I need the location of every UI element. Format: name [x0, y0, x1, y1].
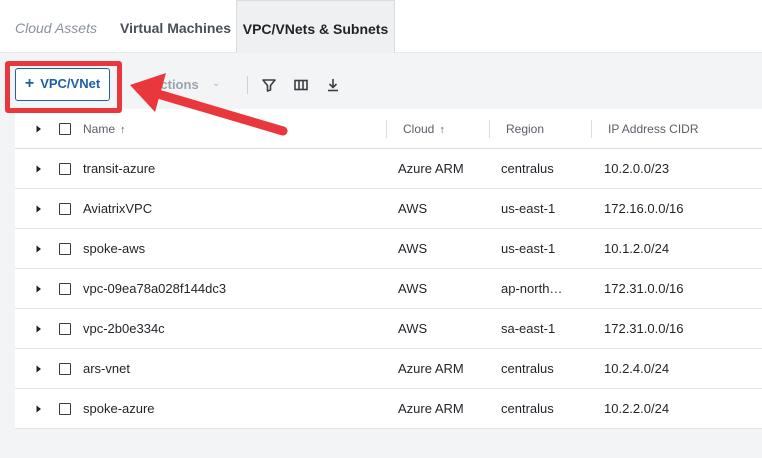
table-row[interactable]: vpc-09ea78a028f144dc3 AWS ap-north… 172.… — [15, 269, 762, 309]
cell-cidr: 10.2.4.0/24 — [604, 361, 670, 376]
expand-caret-icon[interactable] — [35, 204, 43, 214]
cell-region: us-east-1 — [501, 241, 556, 256]
tab-bar: Cloud Assets Virtual Machines VPC/VNets … — [0, 0, 762, 53]
column-header-name-label: Name — [83, 122, 116, 136]
cell-name[interactable]: vpc-2b0e334c — [83, 321, 165, 336]
table-row[interactable]: transit-azure Azure ARM centralus 10.2.0… — [15, 149, 762, 189]
cell-cidr: 172.31.0.0/16 — [604, 281, 684, 296]
cell-cloud: AWS — [398, 241, 428, 256]
cell-cidr: 172.31.0.0/16 — [604, 321, 684, 336]
cell-region: centralus — [501, 161, 554, 176]
tab-cloud-assets[interactable]: Cloud Assets — [15, 0, 97, 53]
cell-name[interactable]: transit-azure — [83, 161, 155, 176]
column-header-cloud[interactable]: Cloud ↑ — [403, 122, 445, 136]
cell-region: us-east-1 — [501, 201, 556, 216]
cell-region: centralus — [501, 401, 554, 416]
cell-cloud: AWS — [398, 281, 428, 296]
cell-cloud: AWS — [398, 321, 428, 336]
select-all-checkbox[interactable] — [59, 123, 71, 135]
expand-caret-icon[interactable] — [35, 404, 43, 414]
table-row[interactable]: ars-vnet Azure ARM centralus 10.2.4.0/24 — [15, 349, 762, 389]
tab-vpc-vnets-subnets[interactable]: VPC/VNets & Subnets — [236, 0, 395, 53]
cell-region: ap-north… — [501, 281, 563, 296]
column-header-cloud-label: Cloud — [403, 122, 435, 136]
cell-cidr: 10.2.0.0/23 — [604, 161, 670, 176]
expand-caret-icon[interactable] — [35, 324, 43, 334]
row-checkbox[interactable] — [59, 243, 71, 255]
cell-name[interactable]: spoke-aws — [83, 241, 145, 256]
expand-caret-icon[interactable] — [35, 284, 43, 294]
expand-caret-icon[interactable] — [35, 244, 43, 254]
expand-caret-icon[interactable] — [35, 164, 43, 174]
table-row[interactable]: AviatrixVPC AWS us-east-1 172.16.0.0/16 — [15, 189, 762, 229]
cell-name[interactable]: ars-vnet — [83, 361, 130, 376]
row-checkbox[interactable] — [59, 323, 71, 335]
column-header-ip-cidr[interactable]: IP Address CIDR — [608, 122, 698, 136]
cell-region: centralus — [501, 361, 554, 376]
toolbar-divider — [247, 76, 248, 94]
column-header-name[interactable]: Name ↑ — [83, 122, 126, 136]
column-divider[interactable] — [386, 120, 387, 138]
expand-caret-icon[interactable] — [35, 364, 43, 374]
columns-icon[interactable] — [292, 76, 310, 94]
row-checkbox[interactable] — [59, 203, 71, 215]
cell-cloud: Azure ARM — [398, 361, 464, 376]
actions-dropdown[interactable]: Actions — [151, 77, 199, 92]
table-row[interactable]: spoke-azure Azure ARM centralus 10.2.2.0… — [15, 389, 762, 429]
cell-cidr: 10.2.2.0/24 — [604, 401, 670, 416]
cell-name[interactable]: spoke-azure — [83, 401, 155, 416]
tab-virtual-machines[interactable]: Virtual Machines — [120, 0, 231, 53]
filter-icon[interactable] — [260, 76, 278, 94]
row-checkbox[interactable] — [59, 363, 71, 375]
chevron-down-icon: ⌄ — [212, 78, 221, 89]
cell-name[interactable]: AviatrixVPC — [83, 201, 152, 216]
table-row[interactable]: vpc-2b0e334c AWS sa-east-1 172.31.0.0/16 — [15, 309, 762, 349]
cell-cidr: 10.1.2.0/24 — [604, 241, 670, 256]
cell-cloud: AWS — [398, 201, 428, 216]
sort-up-arrow-icon: ↑ — [439, 124, 445, 136]
column-divider[interactable] — [591, 120, 592, 138]
row-checkbox[interactable] — [59, 283, 71, 295]
table-row[interactable]: spoke-aws AWS us-east-1 10.1.2.0/24 — [15, 229, 762, 269]
cell-cloud: Azure ARM — [398, 401, 464, 416]
row-checkbox[interactable] — [59, 403, 71, 415]
column-header-region[interactable]: Region — [506, 122, 544, 136]
cell-cidr: 172.16.0.0/16 — [604, 201, 684, 216]
sort-up-arrow-icon: ↑ — [120, 124, 126, 136]
cell-name[interactable]: vpc-09ea78a028f144dc3 — [83, 281, 226, 296]
expand-all-caret-icon[interactable] — [35, 124, 43, 134]
download-icon[interactable] — [324, 76, 342, 94]
cell-cloud: Azure ARM — [398, 161, 464, 176]
row-checkbox[interactable] — [59, 163, 71, 175]
vpc-table: Name ↑ Cloud ↑ Region IP Address CIDR tran… — [15, 109, 762, 429]
column-divider[interactable] — [489, 120, 490, 138]
table-header: Name ↑ Cloud ↑ Region IP Address CIDR — [15, 109, 762, 149]
annotation-highlight-box — [5, 61, 122, 113]
cell-region: sa-east-1 — [501, 321, 556, 336]
